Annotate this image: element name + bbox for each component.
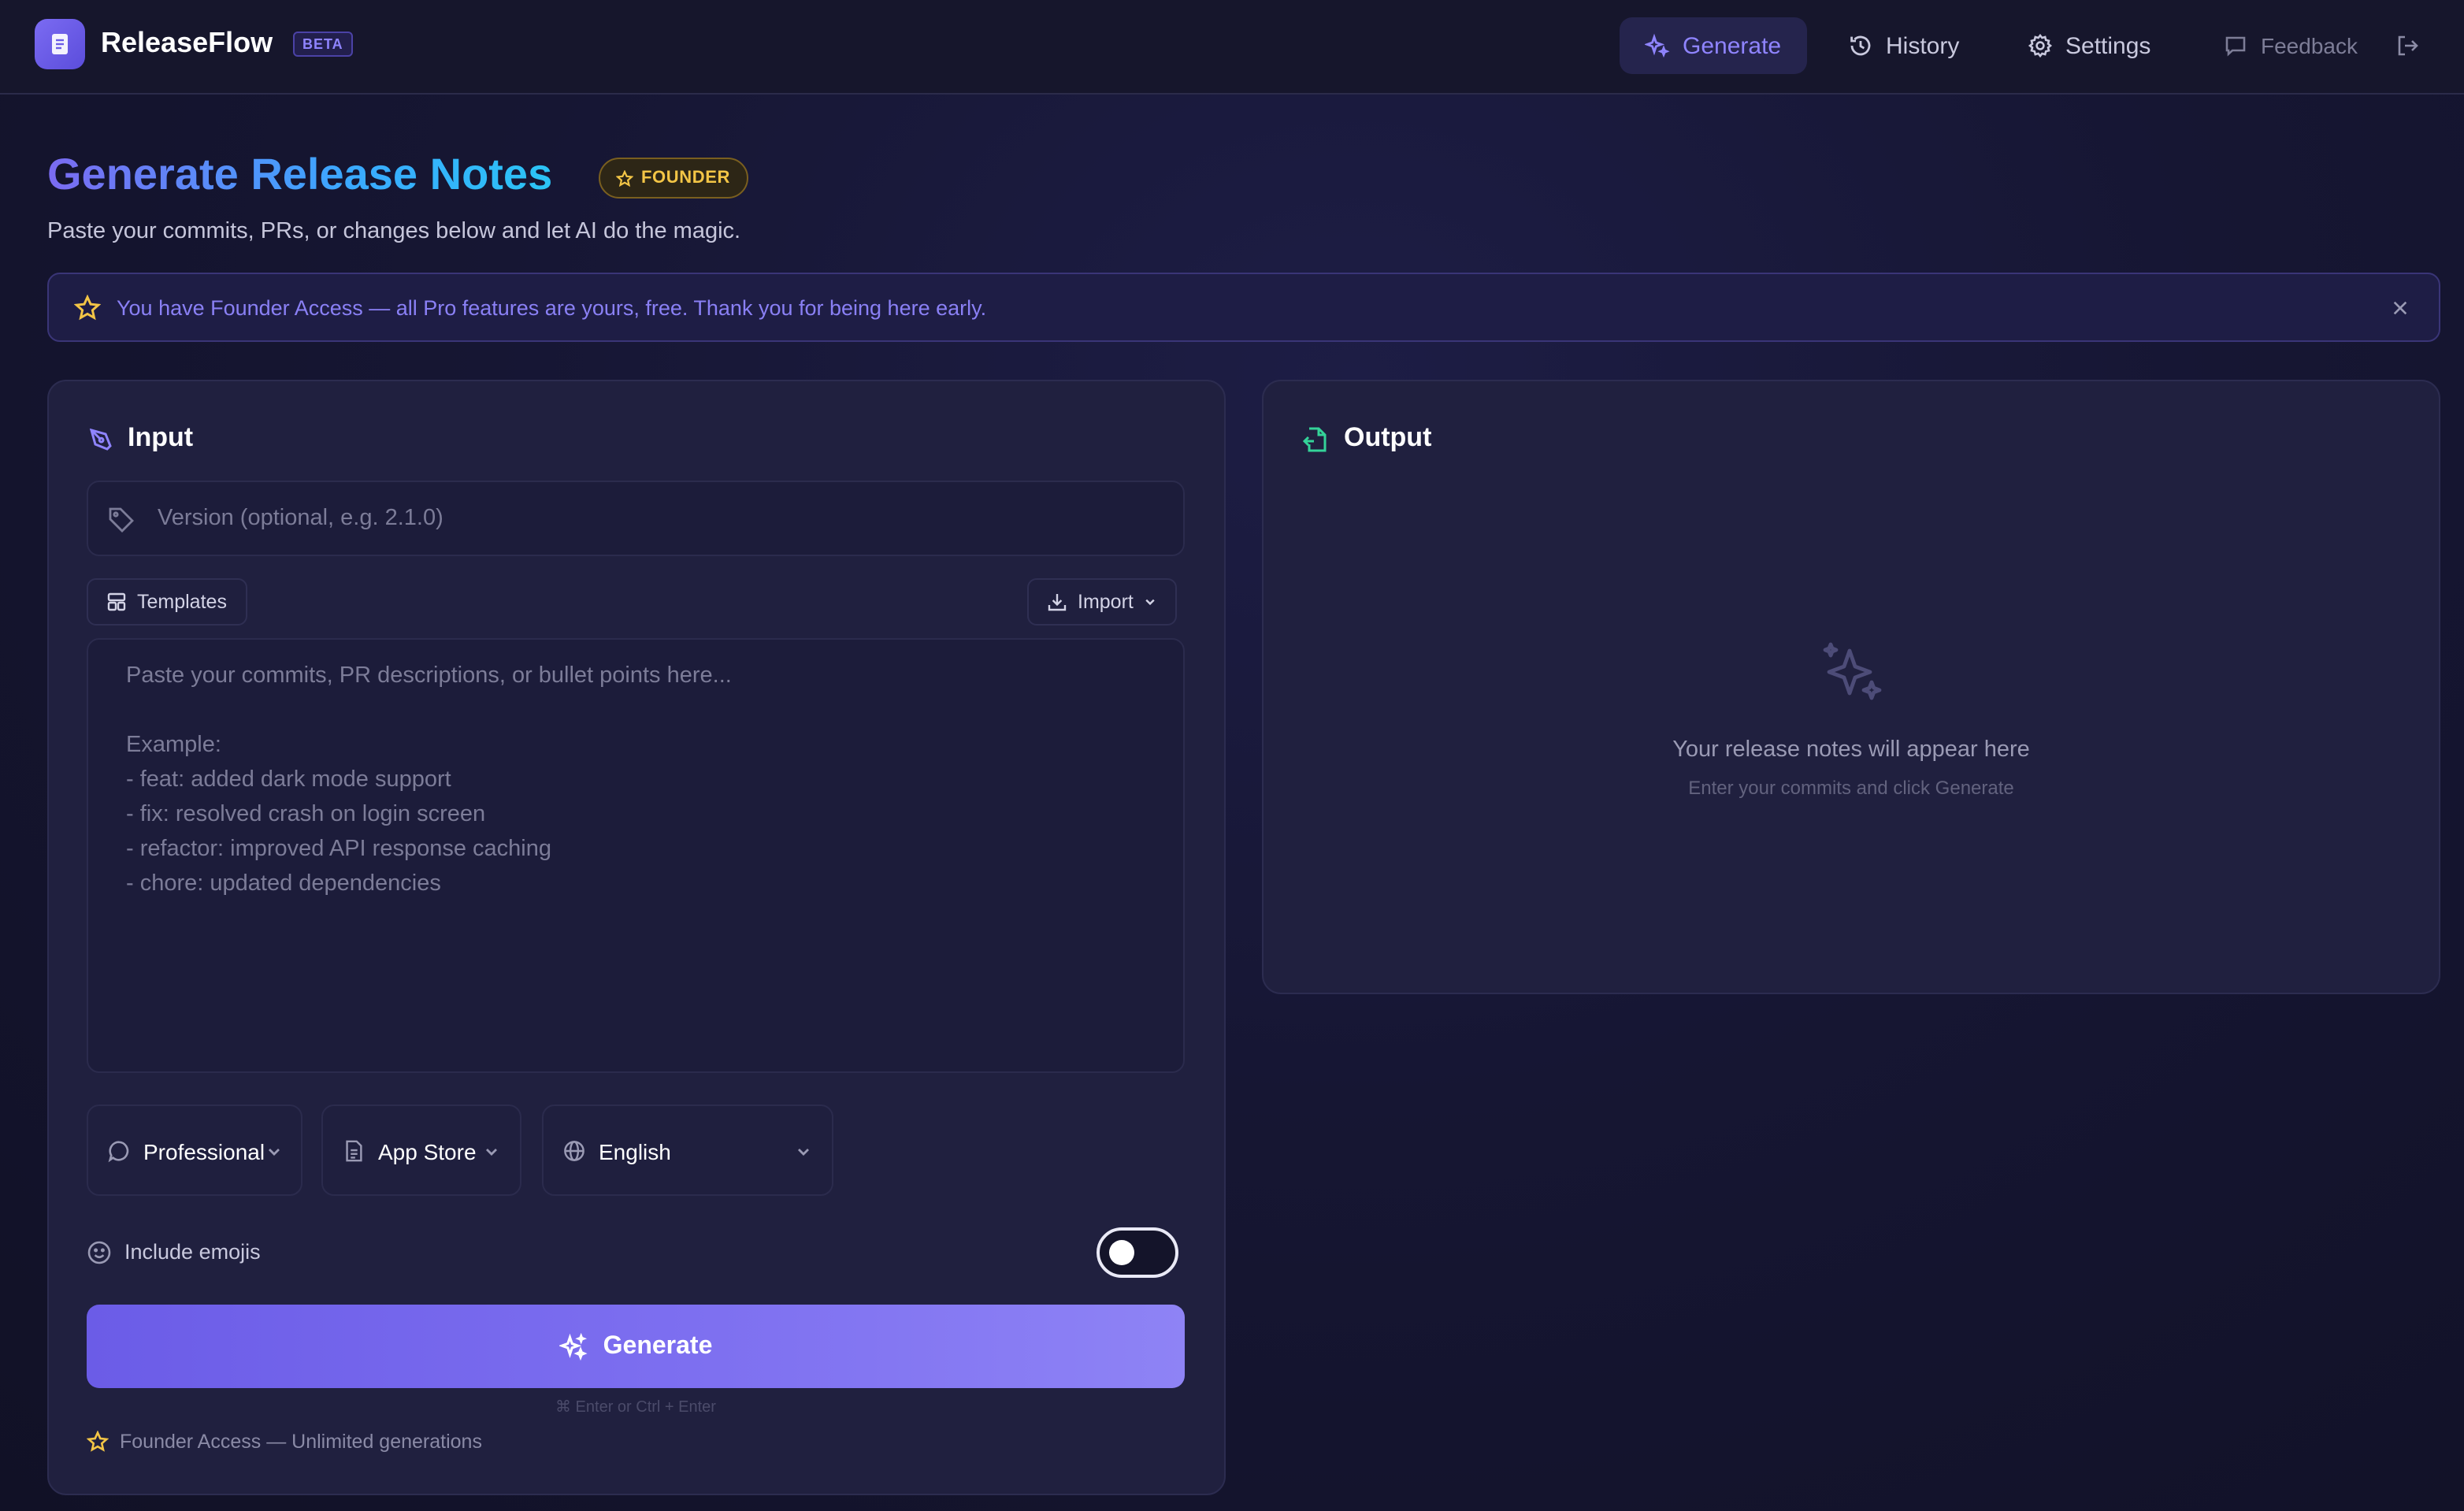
toggle-knob — [1109, 1240, 1134, 1265]
brand-name: ReleaseFlow — [101, 27, 273, 58]
page-title: Generate Release Notes — [47, 150, 553, 199]
commits-textarea[interactable] — [88, 640, 1183, 1071]
download-icon — [1048, 594, 1067, 611]
version-input[interactable] — [158, 482, 1166, 555]
globe-icon — [564, 1141, 584, 1161]
format-value: App Store — [378, 1139, 477, 1164]
chevron-down-icon — [269, 1149, 280, 1156]
chevron-down-icon — [486, 1149, 497, 1156]
star-icon — [616, 169, 633, 187]
logout-icon — [2398, 35, 2418, 56]
history-icon — [1850, 35, 1871, 56]
founder-access-banner: You have Founder Access — all Pro featur… — [47, 273, 2440, 342]
logout-button[interactable] — [2379, 17, 2436, 74]
nav-history-label: History — [1886, 32, 1960, 59]
message-circle-icon — [108, 1141, 129, 1163]
nav-generate-label: Generate — [1683, 32, 1782, 59]
tag-icon — [109, 507, 134, 533]
close-icon — [2392, 300, 2406, 314]
format-select[interactable]: App Store — [321, 1104, 521, 1196]
emoji-toggle-label: Include emojis — [124, 1240, 261, 1264]
import-button[interactable]: Import — [1027, 578, 1178, 626]
banner-close-button[interactable] — [2385, 293, 2414, 321]
keyboard-shortcut-hint: ⌘ Enter or Ctrl + Enter — [555, 1399, 716, 1416]
output-title: Output — [1344, 422, 1432, 452]
founder-badge-label: FOUNDER — [641, 169, 730, 187]
chevron-down-icon — [1146, 599, 1156, 606]
banner-text: You have Founder Access — all Pro featur… — [117, 296, 987, 320]
star-icon — [74, 295, 101, 321]
app-logo[interactable] — [35, 19, 85, 69]
version-field[interactable] — [87, 481, 1185, 556]
pen-icon — [89, 428, 112, 451]
document-icon — [52, 34, 68, 54]
generate-button[interactable]: Generate — [87, 1305, 1185, 1388]
nav-history[interactable]: History — [1823, 17, 1984, 74]
file-output-icon — [1302, 427, 1327, 452]
tone-select[interactable]: Professional — [87, 1104, 302, 1196]
chat-bubble-icon — [2225, 36, 2246, 57]
nav-feedback-label: Feedback — [2261, 33, 2358, 58]
output-empty-title: Your release notes will appear here — [1672, 737, 2030, 763]
file-text-icon — [346, 1140, 362, 1162]
commits-area — [87, 638, 1185, 1073]
smiley-icon — [87, 1241, 111, 1264]
input-title: Input — [128, 422, 194, 452]
templates-button[interactable]: Templates — [87, 578, 247, 626]
founder-usage-text: Founder Access — Unlimited generations — [120, 1431, 482, 1453]
language-value: English — [599, 1139, 671, 1164]
tone-value: Professional — [143, 1139, 265, 1164]
top-bar: ReleaseFlow BETA Generate History Settin… — [0, 0, 2464, 95]
sparkles-icon — [1823, 642, 1882, 700]
nav-settings-label: Settings — [2065, 32, 2151, 59]
founder-badge: FOUNDER — [599, 158, 748, 199]
layout-template-icon — [107, 592, 126, 611]
templates-label: Templates — [137, 591, 227, 613]
star-icon — [87, 1431, 109, 1452]
emoji-toggle[interactable] — [1097, 1227, 1178, 1278]
nav-feedback[interactable]: Feedback — [2198, 17, 2383, 74]
sparkles-icon — [1645, 33, 1670, 58]
nav-settings[interactable]: Settings — [2002, 17, 2176, 74]
nav-generate[interactable]: Generate — [1620, 17, 1807, 74]
generate-button-label: Generate — [603, 1332, 713, 1359]
sparkles-icon — [558, 1332, 588, 1361]
beta-badge: BETA — [293, 32, 353, 57]
gear-icon — [2028, 33, 2053, 58]
import-label: Import — [1078, 591, 1134, 613]
chevron-down-icon — [798, 1149, 809, 1156]
founder-usage-note: Founder Access — Unlimited generations — [87, 1431, 482, 1453]
language-select[interactable]: English — [542, 1104, 833, 1196]
page-subtitle: Paste your commits, PRs, or changes belo… — [47, 219, 741, 244]
output-empty-subtitle: Enter your commits and click Generate — [1688, 777, 2014, 799]
